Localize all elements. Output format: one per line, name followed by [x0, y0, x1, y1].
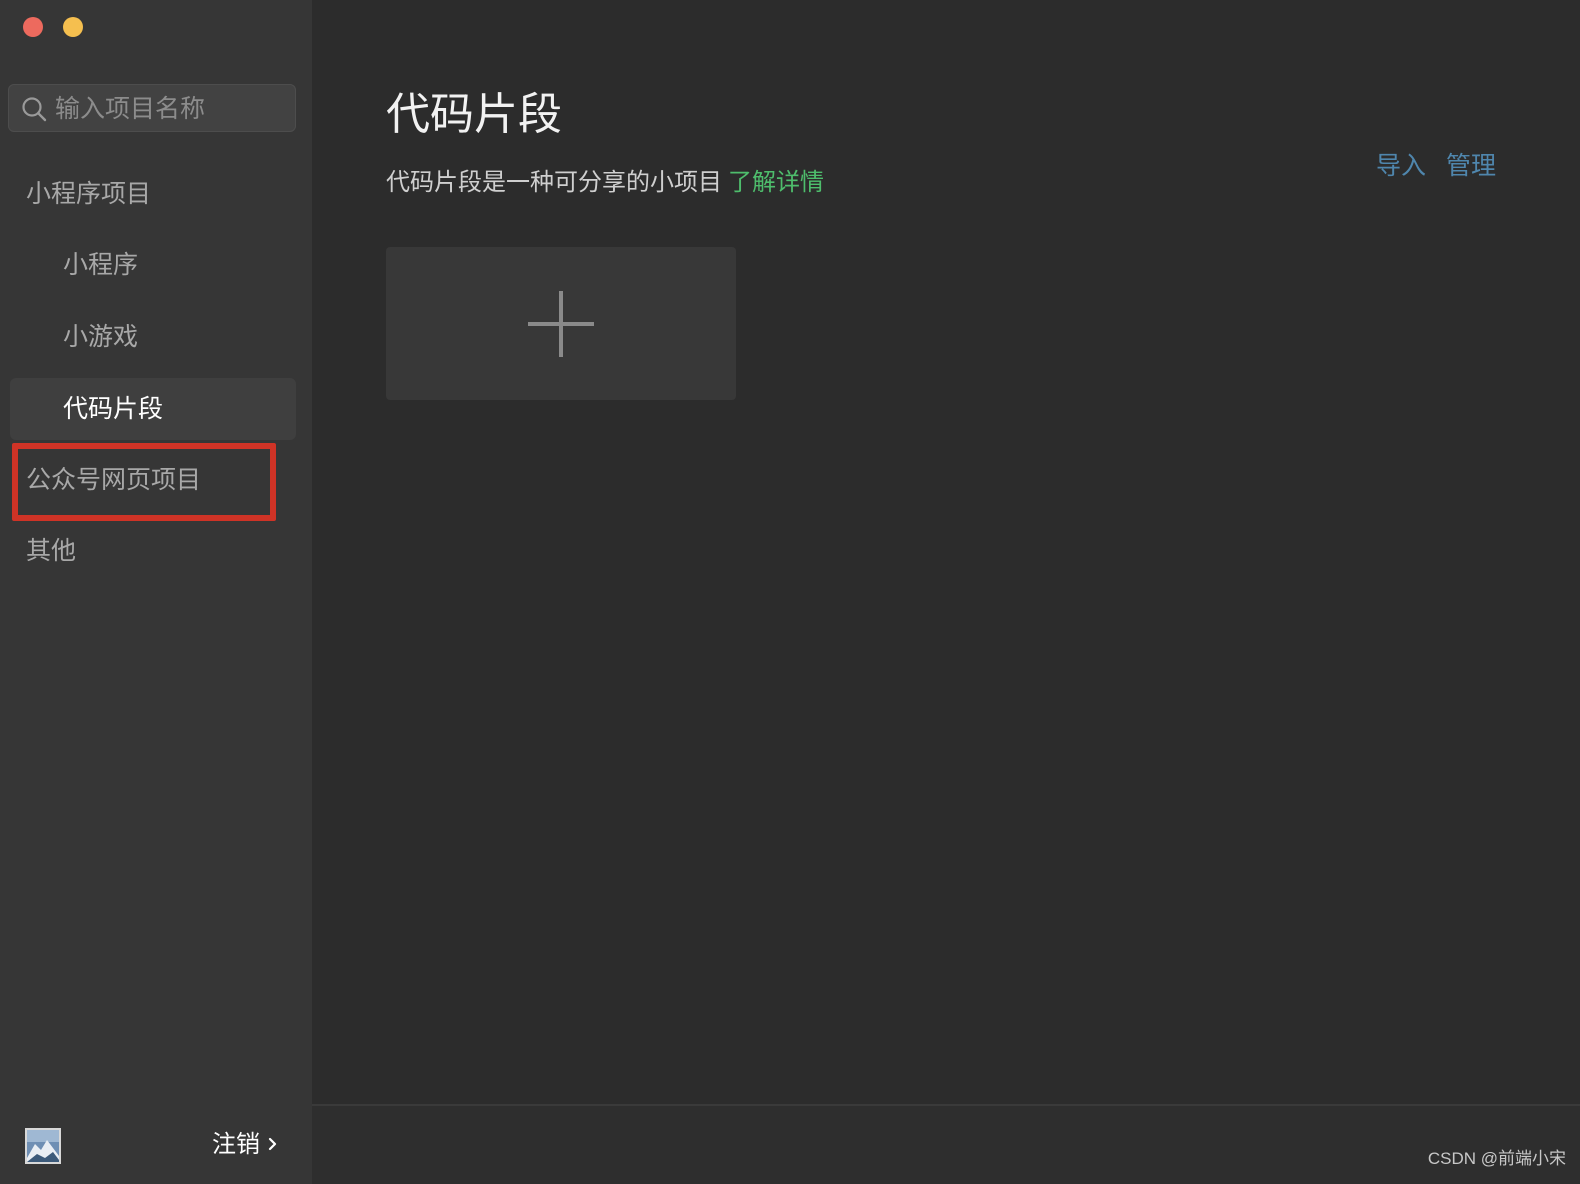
window-close-button[interactable]	[23, 17, 43, 37]
sidebar-group-miniprogram-projects[interactable]: 小程序项目	[10, 163, 296, 225]
add-snippet-card[interactable]	[386, 247, 736, 400]
search-icon	[22, 97, 47, 122]
sidebar: 小程序项目 小程序 小游戏 代码片段 公众号网页项目 其他 注销	[0, 0, 312, 1184]
window-minimize-button[interactable]	[63, 17, 83, 37]
watermark: CSDN @前端小宋	[1427, 1149, 1566, 1168]
app-window: 小程序项目 小程序 小游戏 代码片段 公众号网页项目 其他 注销 代码片段 代码…	[0, 0, 1580, 1184]
header-actions: 导入 管理	[1376, 146, 1496, 182]
chevron-right-icon	[268, 1137, 277, 1151]
logout-label: 注销	[212, 1130, 260, 1158]
manage-link[interactable]: 管理	[1446, 146, 1496, 182]
page-description: 代码片段是一种可分享的小项目 了解详情	[386, 162, 824, 197]
sidebar-group-other[interactable]: 其他	[10, 520, 296, 582]
sidebar-group-official-account-web[interactable]: 公众号网页项目	[10, 449, 296, 511]
logout-button[interactable]: 注销	[212, 1124, 278, 1164]
sidebar-item-code-snippets[interactable]: 代码片段	[10, 378, 296, 440]
search-input[interactable]	[55, 91, 285, 125]
learn-more-link[interactable]: 了解详情	[728, 168, 824, 196]
page-title: 代码片段	[386, 89, 562, 140]
description-text: 代码片段是一种可分享的小项目	[386, 168, 722, 196]
sidebar-item-miniprogram[interactable]: 小程序	[10, 234, 296, 296]
sidebar-item-minigame[interactable]: 小游戏	[10, 306, 296, 368]
avatar-image	[27, 1130, 59, 1162]
avatar[interactable]	[25, 1128, 61, 1164]
import-link[interactable]: 导入	[1376, 146, 1426, 182]
main-footer	[312, 1104, 1580, 1184]
main-panel: 代码片段 代码片段是一种可分享的小项目 了解详情 导入 管理	[312, 0, 1580, 1184]
plus-icon	[528, 291, 594, 357]
search-box[interactable]	[8, 84, 296, 132]
